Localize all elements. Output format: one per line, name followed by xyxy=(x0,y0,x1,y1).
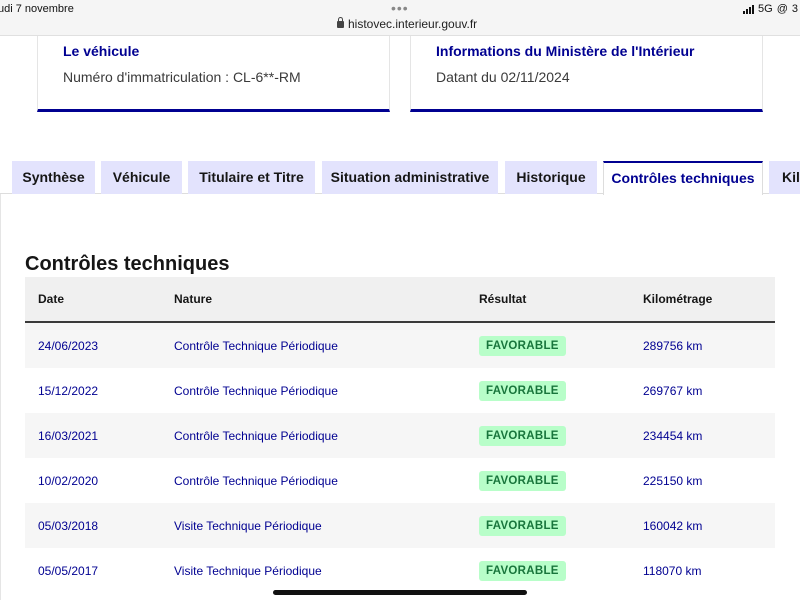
row-mileage: 269767 km xyxy=(643,384,703,398)
row-nature: Contrôle Technique Périodique xyxy=(174,429,338,443)
row-nature: Contrôle Technique Périodique xyxy=(174,339,338,353)
row-date: 15/12/2022 xyxy=(38,384,99,398)
tab-controles-techniques[interactable]: Contrôles techniques xyxy=(603,161,763,195)
signal-icon xyxy=(743,4,755,14)
header-date: Date xyxy=(38,292,65,306)
page: udi 7 novembre ••• histovec.interieur.go… xyxy=(0,0,800,600)
vehicle-card: Le véhicule Numéro d'immatriculation : C… xyxy=(37,36,390,112)
header-result: Résultat xyxy=(479,292,527,306)
vehicle-card-title: Le véhicule xyxy=(63,43,140,59)
data-date: Datant du 02/11/2024 xyxy=(436,69,570,85)
ministry-card: Informations du Ministère de l'Intérieur… xyxy=(410,36,763,112)
header-nature: Nature xyxy=(174,292,213,306)
row-mileage: 234454 km xyxy=(643,429,703,443)
ministry-card-title: Informations du Ministère de l'Intérieur xyxy=(436,43,695,59)
row-nature: Visite Technique Périodique xyxy=(174,564,322,578)
section-title: Contrôles techniques xyxy=(25,253,230,275)
row-nature: Contrôle Technique Périodique xyxy=(174,384,338,398)
row-date: 24/06/2023 xyxy=(38,339,99,353)
row-mileage: 160042 km xyxy=(643,519,703,533)
tab-situation-administrative[interactable]: Situation administrative xyxy=(322,161,498,194)
lock-icon xyxy=(337,17,344,28)
result-badge: FAVORABLE xyxy=(479,516,566,536)
result-badge: FAVORABLE xyxy=(479,381,566,401)
table-row: 05/05/2017 Visite Technique Périodique F… xyxy=(25,548,775,593)
tab-list: Synthèse Véhicule Titulaire et Titre Sit… xyxy=(0,161,800,195)
address-url: histovec.interieur.gouv.fr xyxy=(348,17,478,31)
table-header: Date Nature Résultat Kilométrage xyxy=(25,277,775,323)
status-date: udi 7 novembre xyxy=(0,3,74,15)
tab-kilometrage[interactable]: Kilo xyxy=(769,161,800,194)
row-date: 05/05/2017 xyxy=(38,564,99,578)
table-row: 05/03/2018 Visite Technique Périodique F… xyxy=(25,503,775,548)
browser-status-bar: udi 7 novembre ••• histovec.interieur.go… xyxy=(0,0,800,36)
tab-historique[interactable]: Historique xyxy=(505,161,597,194)
tab-titulaire[interactable]: Titulaire et Titre xyxy=(188,161,315,194)
result-badge: FAVORABLE xyxy=(479,561,566,581)
row-nature: Visite Technique Périodique xyxy=(174,519,322,533)
table-row: 15/12/2022 Contrôle Technique Périodique… xyxy=(25,368,775,413)
result-badge: FAVORABLE xyxy=(479,471,566,491)
status-indicators: 5G @ 3 xyxy=(743,3,798,15)
home-indicator[interactable] xyxy=(273,590,527,595)
row-mileage: 225150 km xyxy=(643,474,703,488)
network-label: 5G xyxy=(758,3,773,15)
battery-label: 3 xyxy=(791,3,798,15)
inspections-table: Date Nature Résultat Kilométrage 24/06/2… xyxy=(25,277,775,593)
result-badge: FAVORABLE xyxy=(479,426,566,446)
at-icon: @ xyxy=(776,3,788,15)
address-bar[interactable]: histovec.interieur.gouv.fr xyxy=(337,17,477,31)
row-date: 05/03/2018 xyxy=(38,519,99,533)
row-nature: Contrôle Technique Périodique xyxy=(174,474,338,488)
result-badge: FAVORABLE xyxy=(479,336,566,356)
table-row: 16/03/2021 Contrôle Technique Périodique… xyxy=(25,413,775,458)
table-row: 24/06/2023 Contrôle Technique Périodique… xyxy=(25,323,775,368)
tab-synthese[interactable]: Synthèse xyxy=(12,161,95,194)
table-row: 10/02/2020 Contrôle Technique Périodique… xyxy=(25,458,775,503)
tab-vehicule[interactable]: Véhicule xyxy=(101,161,182,194)
row-date: 16/03/2021 xyxy=(38,429,99,443)
registration-number: Numéro d'immatriculation : CL-6**-RM xyxy=(63,69,301,85)
row-mileage: 118070 km xyxy=(643,564,702,578)
header-mileage: Kilométrage xyxy=(643,292,713,306)
row-mileage: 289756 km xyxy=(643,339,703,353)
row-date: 10/02/2020 xyxy=(38,474,99,488)
more-dots-icon[interactable]: ••• xyxy=(391,0,409,16)
